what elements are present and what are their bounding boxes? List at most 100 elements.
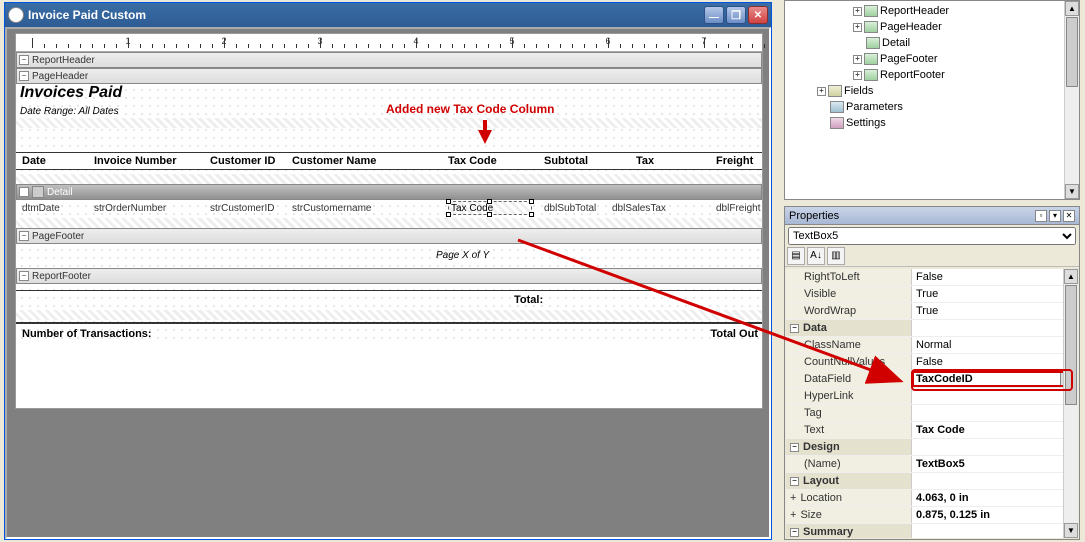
property-row[interactable]: ClassNameNormal [786, 337, 1078, 354]
property-value[interactable]: False [916, 271, 943, 283]
property-row[interactable]: +Size0.875, 0.125 in [786, 507, 1078, 524]
pageheader-area[interactable]: Invoices Paid Date Range: All Dates Adde… [16, 84, 762, 174]
expand-icon[interactable]: + [790, 492, 796, 504]
property-row[interactable]: RightToLeftFalse [786, 269, 1078, 286]
close-panel-icon[interactable]: ✕ [1063, 210, 1075, 222]
property-row[interactable]: CountNullValuesFalse [786, 354, 1078, 371]
scroll-up-icon[interactable]: ▲ [1064, 269, 1078, 284]
design-surface[interactable]: 12345678 − ReportHeader − PageHeader Inv… [15, 33, 763, 409]
property-row[interactable]: TextTax Code [786, 422, 1078, 439]
field-ordernumber[interactable]: strOrderNumber [94, 203, 166, 214]
property-category[interactable]: −Data [786, 320, 1078, 337]
collapse-icon[interactable]: − [19, 231, 29, 241]
scroll-up-icon[interactable]: ▲ [1065, 1, 1079, 16]
tree-item[interactable]: Detail [787, 35, 1077, 51]
col-freight[interactable]: Freight [716, 155, 753, 167]
property-value[interactable]: True [916, 305, 938, 317]
collapse-icon[interactable]: − [790, 477, 799, 486]
section-bar-detail[interactable]: − Detail [16, 184, 762, 200]
col-customer-name[interactable]: Customer Name [292, 155, 376, 167]
section-bar-reportheader[interactable]: − ReportHeader [16, 52, 762, 68]
property-value[interactable]: Tax Code [916, 424, 965, 436]
field-freight[interactable]: dblFreight [716, 203, 760, 214]
page-x-of-y-label[interactable]: Page X of Y [436, 250, 489, 261]
property-row[interactable]: WordWrapTrue [786, 303, 1078, 320]
tree-item[interactable]: Parameters [787, 99, 1077, 115]
expand-icon[interactable]: + [853, 71, 862, 80]
scroll-down-icon[interactable]: ▼ [1064, 523, 1078, 538]
title-bar[interactable]: Invoice Paid Custom [5, 3, 771, 27]
property-value[interactable]: 0.875, 0.125 in [916, 509, 990, 521]
expand-icon[interactable]: + [853, 7, 862, 16]
section-bar-reportfooter[interactable]: − ReportFooter [16, 268, 762, 284]
property-value[interactable]: False [916, 356, 943, 368]
num-transactions-label[interactable]: Number of Transactions: [22, 328, 152, 340]
property-row[interactable]: VisibleTrue [786, 286, 1078, 303]
property-pages-button[interactable]: ▥ [827, 247, 845, 265]
object-select-dropdown[interactable]: TextBox5 [788, 227, 1076, 245]
collapse-icon[interactable]: − [790, 324, 799, 333]
date-range-label[interactable]: Date Range: All Dates [20, 106, 119, 117]
col-date[interactable]: Date [22, 155, 46, 167]
property-row[interactable]: Tag [786, 405, 1078, 422]
expand-icon[interactable]: + [853, 23, 862, 32]
categorized-view-button[interactable]: ▤ [787, 247, 805, 265]
properties-titlebar[interactable]: Properties ▫ ▾ ✕ [785, 207, 1079, 225]
report-title-label[interactable]: Invoices Paid [20, 84, 122, 102]
col-tax-code[interactable]: Tax Code [448, 155, 497, 167]
expand-icon[interactable]: + [817, 87, 826, 96]
minimize-button[interactable] [704, 6, 724, 24]
report-tree[interactable]: +ReportHeader+PageHeaderDetail+PageFoote… [785, 1, 1079, 133]
section-bar-pageheader[interactable]: − PageHeader [16, 68, 762, 84]
property-value[interactable]: 4.063, 0 in [916, 492, 969, 504]
tree-item[interactable]: +PageFooter [787, 51, 1077, 67]
tree-item[interactable]: +ReportHeader [787, 3, 1077, 19]
properties-grid[interactable]: RightToLeftFalseVisibleTrueWordWrapTrue−… [786, 269, 1078, 538]
total-label[interactable]: Total: [514, 294, 543, 306]
tree-scrollbar[interactable]: ▲ ▼ [1064, 1, 1079, 199]
property-value[interactable]: True [916, 288, 938, 300]
reportfooter-area[interactable]: Total: Number of Transactions: Total Out [16, 284, 762, 344]
selected-textbox-taxcode[interactable]: Tax Code [448, 201, 532, 215]
property-value[interactable]: TextBox5 [916, 458, 965, 470]
pin-icon[interactable]: ▫ [1035, 210, 1047, 222]
section-bar-pagefooter[interactable]: − PageFooter [16, 228, 762, 244]
pagefooter-area[interactable]: Page X of Y [16, 244, 762, 268]
alphabetical-view-button[interactable]: A↓ [807, 247, 825, 265]
property-category[interactable]: −Layout [786, 473, 1078, 490]
maximize-button[interactable] [726, 6, 746, 24]
field-customerid[interactable]: strCustomerID [210, 203, 274, 214]
collapse-icon[interactable]: − [19, 71, 29, 81]
property-row[interactable]: DataFieldTaxCodeID▾ [786, 371, 1078, 388]
expand-icon[interactable]: + [853, 55, 862, 64]
col-tax[interactable]: Tax [636, 155, 654, 167]
props-scrollbar[interactable]: ▲ ▼ [1063, 269, 1078, 538]
col-subtotal[interactable]: Subtotal [544, 155, 588, 167]
collapse-icon[interactable]: − [790, 528, 799, 537]
close-button[interactable] [748, 6, 768, 24]
property-category[interactable]: −Design [786, 439, 1078, 456]
scroll-thumb[interactable] [1065, 285, 1077, 405]
field-dtmdate[interactable]: dtmDate [22, 203, 60, 214]
field-subtotal[interactable]: dblSubTotal [544, 203, 596, 214]
tree-item[interactable]: +PageHeader [787, 19, 1077, 35]
tree-item[interactable]: +Fields [787, 83, 1077, 99]
collapse-icon[interactable]: − [19, 271, 29, 281]
total-out-label[interactable]: Total Out [711, 328, 758, 340]
collapse-icon[interactable]: − [19, 55, 29, 65]
tree-item[interactable]: Settings [787, 115, 1077, 131]
property-row[interactable]: (Name)TextBox5 [786, 456, 1078, 473]
dropdown-icon[interactable]: ▾ [1049, 210, 1061, 222]
field-salestax[interactable]: dblSalesTax [612, 203, 666, 214]
field-customername[interactable]: strCustomername [292, 203, 371, 214]
property-row[interactable]: HyperLink [786, 388, 1078, 405]
col-customer-id[interactable]: Customer ID [210, 155, 275, 167]
property-category[interactable]: −Summary [786, 524, 1078, 538]
collapse-icon[interactable]: − [19, 187, 29, 197]
collapse-icon[interactable]: − [790, 443, 799, 452]
expand-icon[interactable]: + [790, 509, 796, 521]
detail-area[interactable]: dtmDate strOrderNumber strCustomerID str… [16, 200, 762, 218]
tree-item[interactable]: +ReportFooter [787, 67, 1077, 83]
scroll-down-icon[interactable]: ▼ [1065, 184, 1079, 199]
property-value[interactable]: TaxCodeID [916, 373, 973, 385]
